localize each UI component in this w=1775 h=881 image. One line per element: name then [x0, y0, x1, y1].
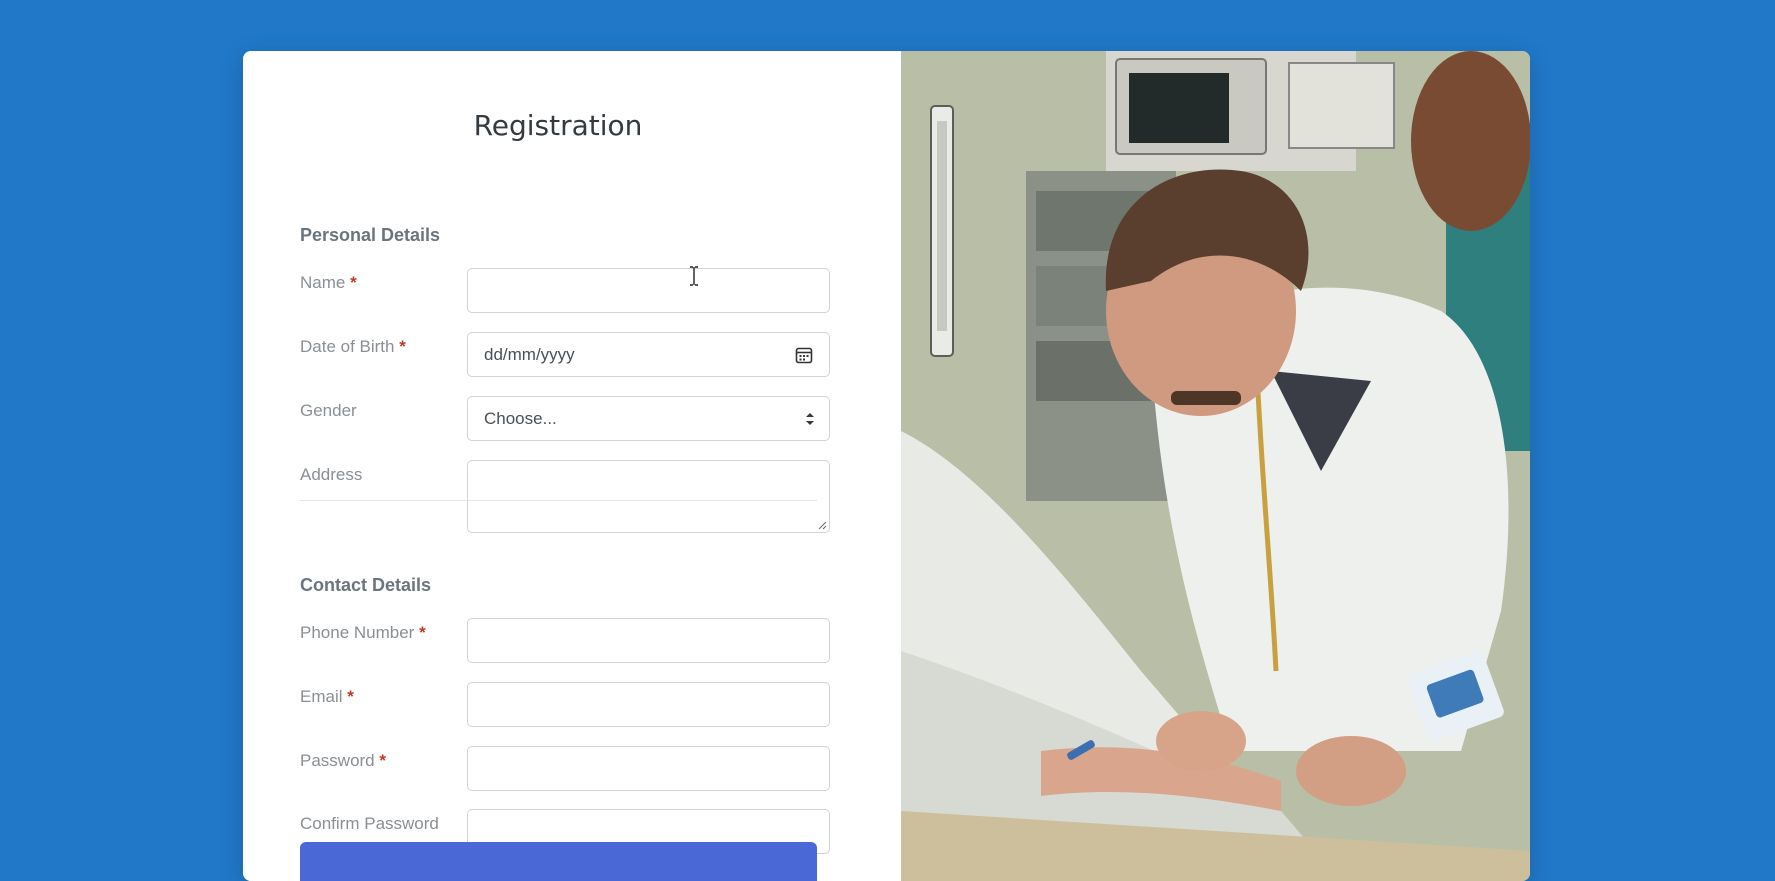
required-marker: *	[347, 687, 354, 706]
submit-button[interactable]	[300, 842, 817, 881]
password-input[interactable]	[467, 746, 830, 791]
password-label: Password *	[300, 747, 450, 774]
registration-card: Registration Personal Details Name * Dat…	[243, 51, 1530, 881]
gender-label-text: Gender	[300, 401, 357, 420]
required-marker: *	[350, 273, 357, 292]
email-label-text: Email	[300, 687, 343, 706]
required-marker: *	[419, 623, 426, 642]
address-label-text: Address	[300, 465, 363, 484]
gender-selected-value: Choose...	[484, 409, 557, 428]
text-cursor-icon	[690, 266, 698, 286]
required-marker: *	[379, 751, 386, 770]
section-title-contact: Contact Details	[300, 575, 432, 595]
email-label: Email *	[300, 683, 450, 710]
name-input[interactable]	[467, 268, 830, 313]
dob-placeholder: dd/mm/yyyy	[484, 345, 575, 364]
dob-input[interactable]: dd/mm/yyyy	[467, 332, 830, 377]
doctor-photo-illustration	[901, 51, 1530, 881]
name-label: Name *	[300, 269, 450, 296]
confirm-password-label-text: Confirm Password	[300, 814, 439, 833]
page-title: Registration	[473, 109, 643, 142]
email-input[interactable]	[467, 682, 830, 727]
dob-label-text: Date of Birth	[300, 337, 395, 356]
dob-label: Date of Birth *	[300, 333, 450, 360]
section-title-personal: Personal Details	[300, 225, 441, 245]
registration-form: Registration Personal Details Name * Dat…	[243, 51, 901, 881]
address-textarea[interactable]	[467, 460, 830, 533]
calendar-icon[interactable]	[795, 346, 813, 364]
password-label-text: Password	[300, 751, 375, 770]
name-label-text: Name	[300, 273, 346, 292]
select-arrows-icon	[806, 413, 814, 425]
phone-label: Phone Number *	[300, 619, 450, 646]
address-label: Address	[300, 461, 450, 488]
resize-grip-icon[interactable]	[818, 521, 827, 530]
section-divider	[300, 500, 817, 501]
gender-select[interactable]: Choose...	[467, 396, 830, 441]
hero-photo	[901, 51, 1530, 881]
phone-label-text: Phone Number	[300, 623, 415, 642]
phone-input[interactable]	[467, 618, 830, 663]
gender-label: Gender	[300, 397, 450, 424]
required-marker: *	[399, 337, 406, 356]
